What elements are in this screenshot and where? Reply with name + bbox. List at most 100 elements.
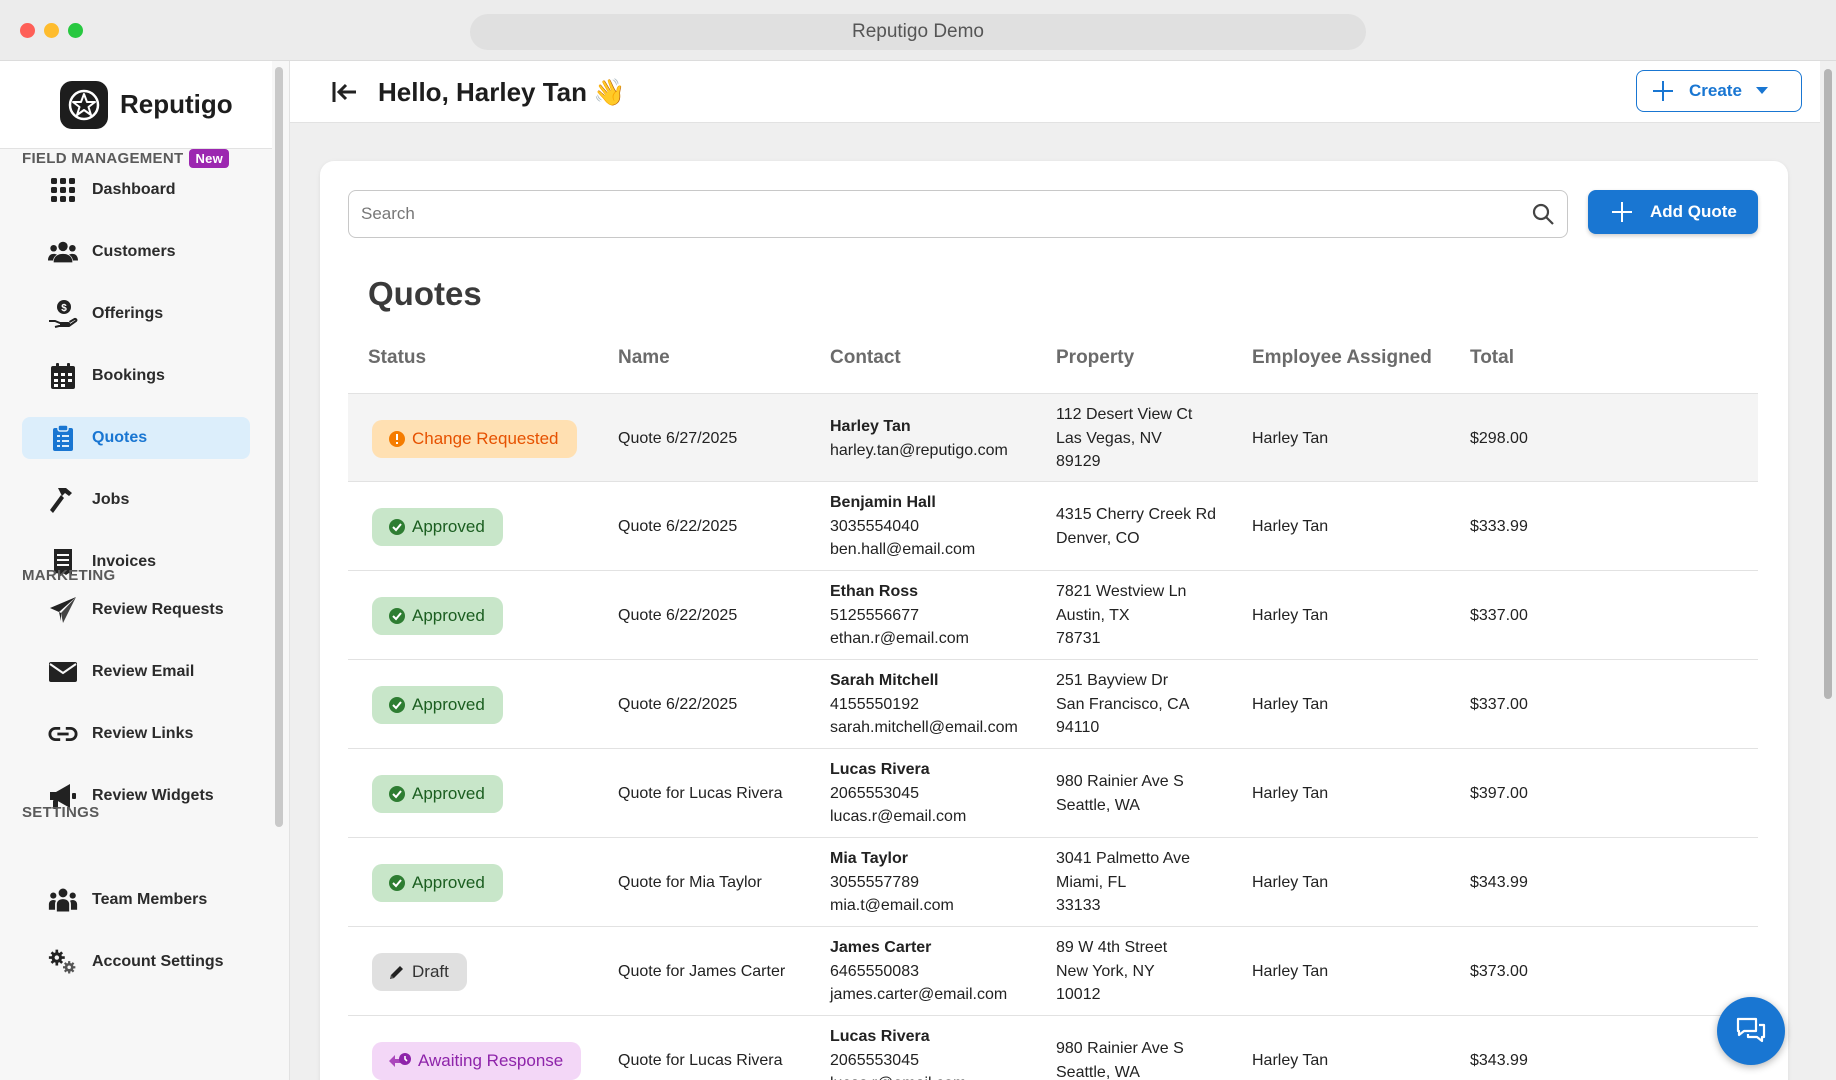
- property-line: 3041 Palmetto Ave: [1056, 850, 1191, 868]
- column-header-property[interactable]: Property: [1056, 347, 1134, 369]
- create-button-label: Create: [1689, 81, 1742, 100]
- quote-name[interactable]: Quote 6/22/2025: [618, 660, 737, 749]
- add-quote-button[interactable]: Add Quote: [1588, 190, 1758, 234]
- column-header-total[interactable]: Total: [1470, 347, 1514, 369]
- search-input[interactable]: [361, 204, 1531, 224]
- search-icon[interactable]: [1531, 202, 1555, 226]
- quote-name[interactable]: Quote for Lucas Rivera: [618, 1016, 783, 1080]
- sidebar-item-review-requests[interactable]: Review Requests: [22, 589, 250, 631]
- maximize-window-button[interactable]: [68, 23, 83, 38]
- property-cell: 4315 Cherry Creek Rd Denver, CO: [1056, 482, 1216, 571]
- table-row[interactable]: Awaiting Response Quote for Lucas Rivera L…: [348, 1016, 1758, 1080]
- contact-cell: Harley Tan harley.tan@reputigo.com: [830, 394, 1008, 483]
- table-row[interactable]: Approved Quote 6/22/2025 Benjamin Hall 3035…: [348, 482, 1758, 571]
- table-row[interactable]: Draft Quote for James Carter James Carter 6…: [348, 927, 1758, 1016]
- search-box[interactable]: [348, 190, 1568, 238]
- status-badge[interactable]: Awaiting Response: [372, 1042, 582, 1080]
- table-row[interactable]: Approved Quote for Mia Taylor Mia Taylor 30…: [348, 838, 1758, 927]
- status-badge[interactable]: Approved: [372, 508, 503, 546]
- status-badge[interactable]: Change Requested: [372, 420, 577, 458]
- sidebar-item-jobs[interactable]: Jobs: [22, 479, 250, 521]
- create-button[interactable]: Create: [1636, 70, 1802, 112]
- status-badge[interactable]: Approved: [372, 597, 503, 635]
- section-settings: SETTINGS: [22, 804, 99, 821]
- sidebar: Reputigo FIELD MANAGEMENT New Dashboard …: [0, 61, 290, 1080]
- quote-name[interactable]: Quote for Lucas Rivera: [618, 749, 783, 838]
- total-amount: $343.99: [1470, 1051, 1528, 1069]
- table-row[interactable]: Approved Quote for Lucas Rivera Lucas Rive…: [348, 749, 1758, 838]
- title-bar: Reputigo Demo: [0, 0, 1836, 61]
- quote-name[interactable]: Quote 6/22/2025: [618, 482, 737, 571]
- collapse-sidebar-icon[interactable]: [330, 77, 360, 107]
- sidebar-item-offerings[interactable]: $ Offerings: [22, 293, 250, 335]
- contact-name: James Carter: [830, 939, 932, 957]
- column-header-contact[interactable]: Contact: [830, 347, 901, 369]
- quote-name[interactable]: Quote for Mia Taylor: [618, 838, 762, 927]
- property-line: 33133: [1056, 897, 1101, 915]
- sidebar-scrollbar[interactable]: [275, 67, 283, 827]
- brand-logo[interactable]: Reputigo: [0, 61, 272, 149]
- property-cell: 980 Rainier Ave S Seattle, WA: [1056, 1016, 1184, 1080]
- contact-cell: Mia Taylor 3055557789 mia.t@email.com: [830, 838, 954, 927]
- contact-detail: 4155550192: [830, 695, 919, 713]
- employee-name: Harley Tan: [1252, 606, 1329, 624]
- sidebar-item-review-links[interactable]: Review Links: [22, 713, 250, 755]
- minimize-window-button[interactable]: [44, 23, 59, 38]
- contact-name: Lucas Rivera: [830, 761, 930, 779]
- contact-cell: Sarah Mitchell 4155550192 sarah.mitchell@e…: [830, 660, 1018, 749]
- sidebar-item-quotes[interactable]: Quotes: [22, 417, 250, 459]
- column-header-name[interactable]: Name: [618, 347, 670, 369]
- svg-text:$: $: [61, 303, 67, 314]
- status-badge[interactable]: Approved: [372, 864, 503, 902]
- property-cell: 3041 Palmetto Ave Miami, FL 33133: [1056, 838, 1190, 927]
- property-line: 4315 Cherry Creek Rd: [1056, 506, 1217, 523]
- table-row[interactable]: Approved Quote 6/22/2025 Sarah Mitchell 415…: [348, 660, 1758, 749]
- column-header-employee[interactable]: Employee Assigned: [1252, 347, 1432, 369]
- sidebar-item-customers[interactable]: Customers: [22, 231, 250, 273]
- sidebar-item-label: Bookings: [92, 367, 165, 384]
- status-label: Draft: [412, 962, 449, 981]
- table-row[interactable]: Approved Quote 6/22/2025 Ethan Ross 5125556…: [348, 571, 1758, 660]
- status-badge[interactable]: Approved: [372, 775, 503, 813]
- sidebar-item-dashboard[interactable]: Dashboard: [22, 169, 250, 211]
- quote-name[interactable]: Quote 6/22/2025: [618, 571, 737, 660]
- sidebar-item-bookings[interactable]: Bookings: [22, 355, 250, 397]
- property-cell: 7821 Westview Ln Austin, TX 78731: [1056, 571, 1186, 660]
- property-line: 251 Bayview Dr: [1056, 672, 1169, 690]
- chat-button[interactable]: [1717, 997, 1785, 1065]
- envelope-icon: [48, 657, 78, 687]
- check-circle-icon: [388, 607, 406, 625]
- column-header-status[interactable]: Status: [368, 347, 426, 369]
- contact-detail: 3055557789: [830, 873, 919, 891]
- window-title[interactable]: Reputigo Demo: [470, 14, 1366, 50]
- quote-name[interactable]: Quote 6/27/2025: [618, 394, 737, 483]
- scrollbar-thumb[interactable]: [1824, 69, 1832, 699]
- link-icon: [48, 719, 78, 749]
- property-line: New York, NY: [1056, 962, 1155, 980]
- close-window-button[interactable]: [20, 23, 35, 38]
- total-cell: $343.99: [1470, 1016, 1528, 1080]
- chat-icon: [1736, 1017, 1766, 1043]
- page-greeting: Hello, Harley Tan 👋: [378, 77, 625, 108]
- check-circle-icon: [388, 696, 406, 714]
- status-label: Approved: [412, 873, 485, 892]
- total-amount: $397.00: [1470, 784, 1528, 802]
- contact-detail: ethan.r@email.com: [830, 630, 969, 648]
- top-header: Hello, Harley Tan 👋 Create: [290, 61, 1820, 123]
- status-label: Approved: [412, 606, 485, 625]
- add-quote-label: Add Quote: [1650, 202, 1737, 221]
- status-badge[interactable]: Draft: [372, 953, 467, 991]
- contact-cell: Benjamin Hall 3035554040 ben.hall@email.co…: [830, 482, 975, 571]
- sidebar-item-account-settings[interactable]: Account Settings: [22, 941, 250, 983]
- employee-cell: Harley Tan: [1252, 482, 1328, 571]
- main-scrollbar[interactable]: [1820, 61, 1836, 1080]
- sidebar-item-review-email[interactable]: Review Email: [22, 651, 250, 693]
- section-label: FIELD MANAGEMENT: [22, 150, 184, 167]
- total-cell: $343.99: [1470, 838, 1528, 927]
- status-badge[interactable]: Approved: [372, 686, 503, 724]
- greeting-text: Hello, Harley Tan: [378, 77, 588, 107]
- quote-name[interactable]: Quote for James Carter: [618, 927, 785, 1016]
- table-row[interactable]: Change Requested Quote 6/27/2025 Harley Ta…: [348, 393, 1758, 482]
- contact-name: Harley Tan: [830, 418, 911, 435]
- sidebar-item-team-members[interactable]: Team Members: [22, 879, 250, 921]
